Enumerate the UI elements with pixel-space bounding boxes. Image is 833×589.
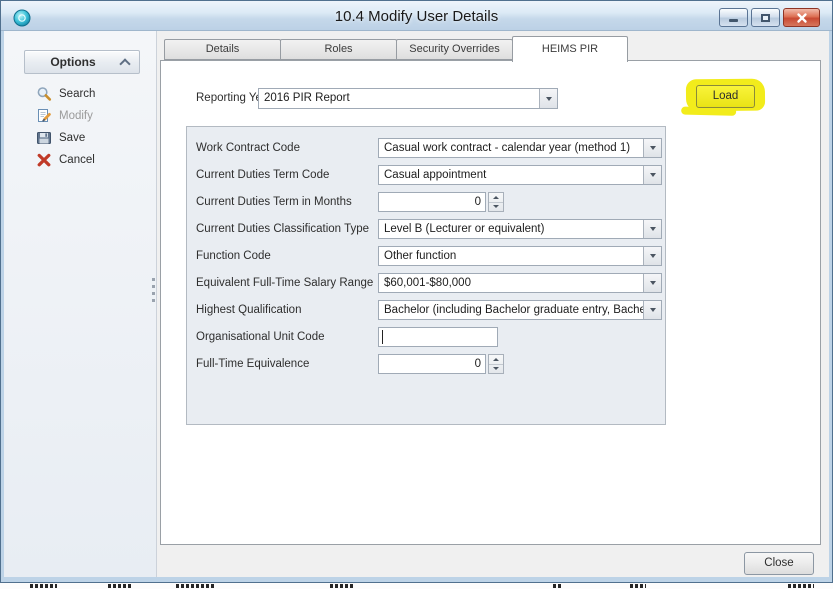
highest-qualification-combo[interactable]: Bachelor (including Bachelor graduate en… xyxy=(378,300,662,320)
field-label: Organisational Unit Code xyxy=(196,327,325,347)
cancel-icon xyxy=(36,152,52,168)
collapse-chevron-icon xyxy=(119,58,130,69)
tab-heims-pir[interactable]: HEIMS PIR xyxy=(512,36,628,62)
title-bar[interactable]: 10.4 Modify User Details xyxy=(1,1,832,31)
sidebar-splitter-handle[interactable] xyxy=(151,278,156,308)
chevron-down-icon[interactable] xyxy=(539,89,557,108)
close-window-button[interactable] xyxy=(783,8,820,27)
minimize-button[interactable] xyxy=(719,8,748,27)
restore-icon xyxy=(761,14,770,22)
load-button[interactable]: Load xyxy=(696,85,755,108)
tab-roles[interactable]: Roles xyxy=(280,39,397,60)
field-label: Current Duties Term in Months xyxy=(196,192,352,212)
screen: 10.4 Modify User Details Options Search … xyxy=(0,0,833,589)
field-label: Equivalent Full-Time Salary Range xyxy=(196,273,373,293)
sidebar-item-modify[interactable]: Modify xyxy=(36,106,93,126)
background-text-fragment xyxy=(30,584,57,588)
combo-value: Casual work contract - calendar year (me… xyxy=(379,139,643,157)
spin-down-icon[interactable] xyxy=(489,203,503,212)
chevron-down-icon[interactable] xyxy=(643,274,661,292)
spin-up-icon[interactable] xyxy=(489,193,503,203)
background-text-fragment xyxy=(176,584,214,588)
background-window-strip xyxy=(0,583,833,589)
current-duties-classification-type-combo[interactable]: Level B (Lecturer or equivalent) xyxy=(378,219,662,239)
chevron-down-icon[interactable] xyxy=(643,247,661,265)
sidebar-item-label: Modify xyxy=(59,110,93,122)
background-text-fragment xyxy=(553,584,563,588)
reporting-year-combo[interactable]: 2016 PIR Report xyxy=(258,88,558,109)
equivalent-full-time-salary-range-combo[interactable]: $60,001-$80,000 xyxy=(378,273,662,293)
save-icon xyxy=(36,130,52,146)
chevron-down-icon[interactable] xyxy=(643,301,661,319)
work-contract-code-combo[interactable]: Casual work contract - calendar year (me… xyxy=(378,138,662,158)
field-label: Current Duties Classification Type xyxy=(196,219,369,239)
sidebar-item-cancel[interactable]: Cancel xyxy=(36,150,95,170)
field-label: Current Duties Term Code xyxy=(196,165,329,185)
window-title: 10.4 Modify User Details xyxy=(1,8,832,25)
modify-icon xyxy=(36,108,52,124)
options-header-label: Options xyxy=(25,55,121,69)
function-code-combo[interactable]: Other function xyxy=(378,246,662,266)
restore-button[interactable] xyxy=(751,8,780,27)
tab-label: Security Overrides xyxy=(409,43,499,55)
spin-up-icon[interactable] xyxy=(489,355,503,365)
chevron-down-icon[interactable] xyxy=(643,220,661,238)
sidebar-item-label: Save xyxy=(59,132,85,144)
search-icon xyxy=(36,86,52,102)
sidebar-item-label: Search xyxy=(59,88,95,100)
background-text-fragment xyxy=(330,584,355,588)
chevron-down-icon[interactable] xyxy=(643,166,661,184)
chevron-down-icon[interactable] xyxy=(643,139,661,157)
current-duties-term-code-combo[interactable]: Casual appointment xyxy=(378,165,662,185)
tab-details[interactable]: Details xyxy=(164,39,281,60)
field-label: Highest Qualification xyxy=(196,300,301,320)
organisational-unit-code-input[interactable] xyxy=(378,327,498,347)
field-label: Function Code xyxy=(196,246,271,266)
spinner-buttons[interactable] xyxy=(488,354,504,374)
tab-label: HEIMS PIR xyxy=(542,43,598,55)
combo-value: Other function xyxy=(379,247,643,265)
heims-pir-groupbox: Work Contract Code Casual work contract … xyxy=(186,126,666,425)
tab-label: Roles xyxy=(324,43,352,55)
combo-value: $60,001-$80,000 xyxy=(379,274,643,292)
field-label: Full-Time Equivalence xyxy=(196,354,309,374)
combo-value: 2016 PIR Report xyxy=(259,89,539,108)
full-time-equivalence-input[interactable]: 0 xyxy=(378,354,486,374)
background-text-fragment xyxy=(108,584,132,588)
combo-value: Bachelor (including Bachelor graduate en… xyxy=(379,301,643,319)
close-dialog-button[interactable]: Close xyxy=(744,552,814,575)
minimize-icon xyxy=(729,19,738,22)
spinner-buttons[interactable] xyxy=(488,192,504,212)
background-text-fragment xyxy=(630,584,646,588)
combo-value: Level B (Lecturer or equivalent) xyxy=(379,220,643,238)
tab-security-overrides[interactable]: Security Overrides xyxy=(396,39,513,60)
sidebar-item-save[interactable]: Save xyxy=(36,128,85,148)
background-text-fragment xyxy=(788,584,814,588)
close-icon xyxy=(796,12,808,24)
text-caret xyxy=(382,330,383,344)
options-panel-header[interactable]: Options xyxy=(24,50,140,74)
field-label: Work Contract Code xyxy=(196,138,300,158)
current-duties-term-months-input[interactable]: 0 xyxy=(378,192,486,212)
sidebar-item-label: Cancel xyxy=(59,154,95,166)
tab-label: Details xyxy=(206,43,240,55)
sidebar-item-search[interactable]: Search xyxy=(36,84,95,104)
combo-value: Casual appointment xyxy=(379,166,643,184)
spin-down-icon[interactable] xyxy=(489,365,503,374)
